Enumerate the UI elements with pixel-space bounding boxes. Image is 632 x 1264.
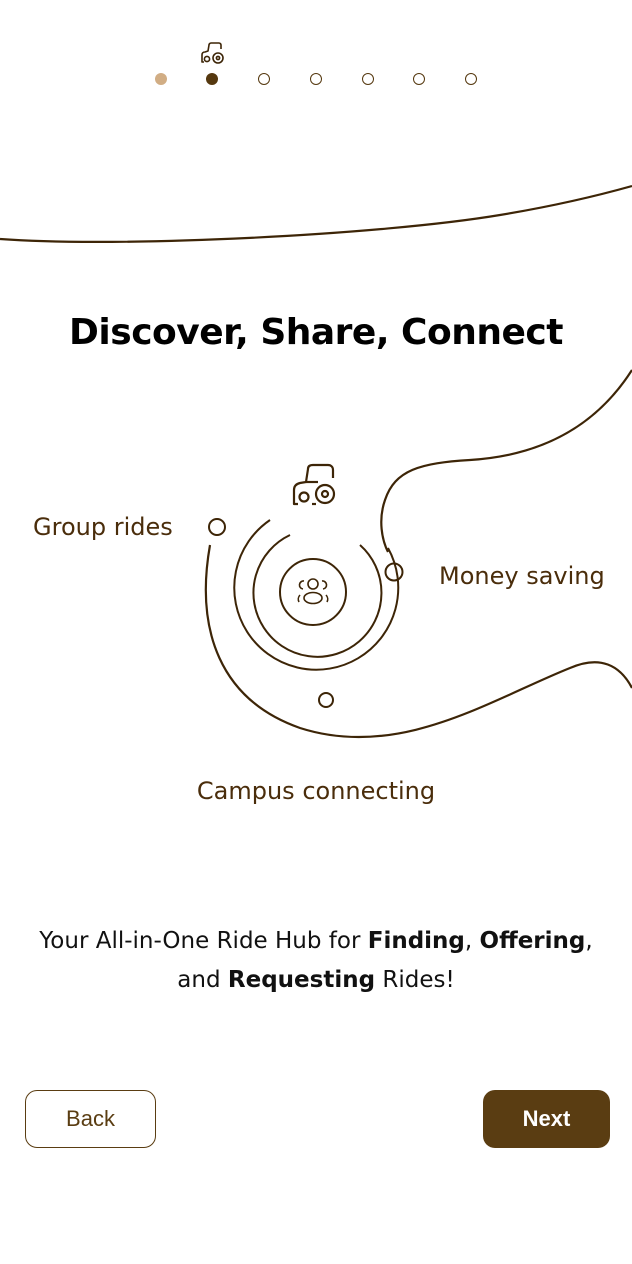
progress-dot-1: [155, 73, 167, 85]
back-button[interactable]: Back: [25, 1090, 156, 1148]
tagline-text: and: [177, 967, 228, 993]
car-icon: [292, 463, 336, 506]
tagline-separator: ,: [585, 928, 593, 954]
progress-dot-5: [362, 73, 374, 85]
progress-dot-7: [465, 73, 477, 85]
orbit-graphic: [208, 518, 404, 708]
top-wave-line: [0, 184, 632, 244]
progress-dot-6: [413, 73, 425, 85]
car-icon: [201, 42, 224, 64]
tagline-emphasis-finding: Finding: [367, 928, 465, 954]
progress-dot-2: [206, 73, 218, 85]
feature-label-campus-connecting: Campus connecting: [196, 777, 436, 805]
tagline-separator: ,: [464, 928, 480, 954]
progress-dot-3: [258, 73, 270, 85]
orbit-node-right: [384, 562, 404, 582]
right-swoosh-line: [380, 369, 632, 553]
next-button[interactable]: Next: [483, 1090, 610, 1148]
feature-label-money-saving: Money saving: [439, 562, 605, 590]
orbit-node-left: [208, 518, 226, 536]
page-title: Discover, Share, Connect: [69, 312, 563, 353]
feature-label-group-rides: Group rides: [33, 513, 173, 541]
tagline-text: Rides!: [375, 967, 455, 993]
tagline-emphasis-requesting: Requesting: [227, 967, 376, 993]
orbit-node-bottom: [318, 692, 334, 708]
outer-orbit-ring: [233, 519, 400, 671]
users-icon: [297, 578, 329, 605]
background-illustration: [0, 184, 632, 739]
tagline-emphasis-offering: Offering: [479, 928, 586, 954]
progress-dot-4: [310, 73, 322, 85]
middle-orbit-ring: [252, 534, 383, 658]
tagline-text: Your All-in-One Ride Hub for: [39, 928, 368, 954]
tagline: Your All-in-One Ride Hub for Finding, Of…: [0, 922, 632, 1000]
